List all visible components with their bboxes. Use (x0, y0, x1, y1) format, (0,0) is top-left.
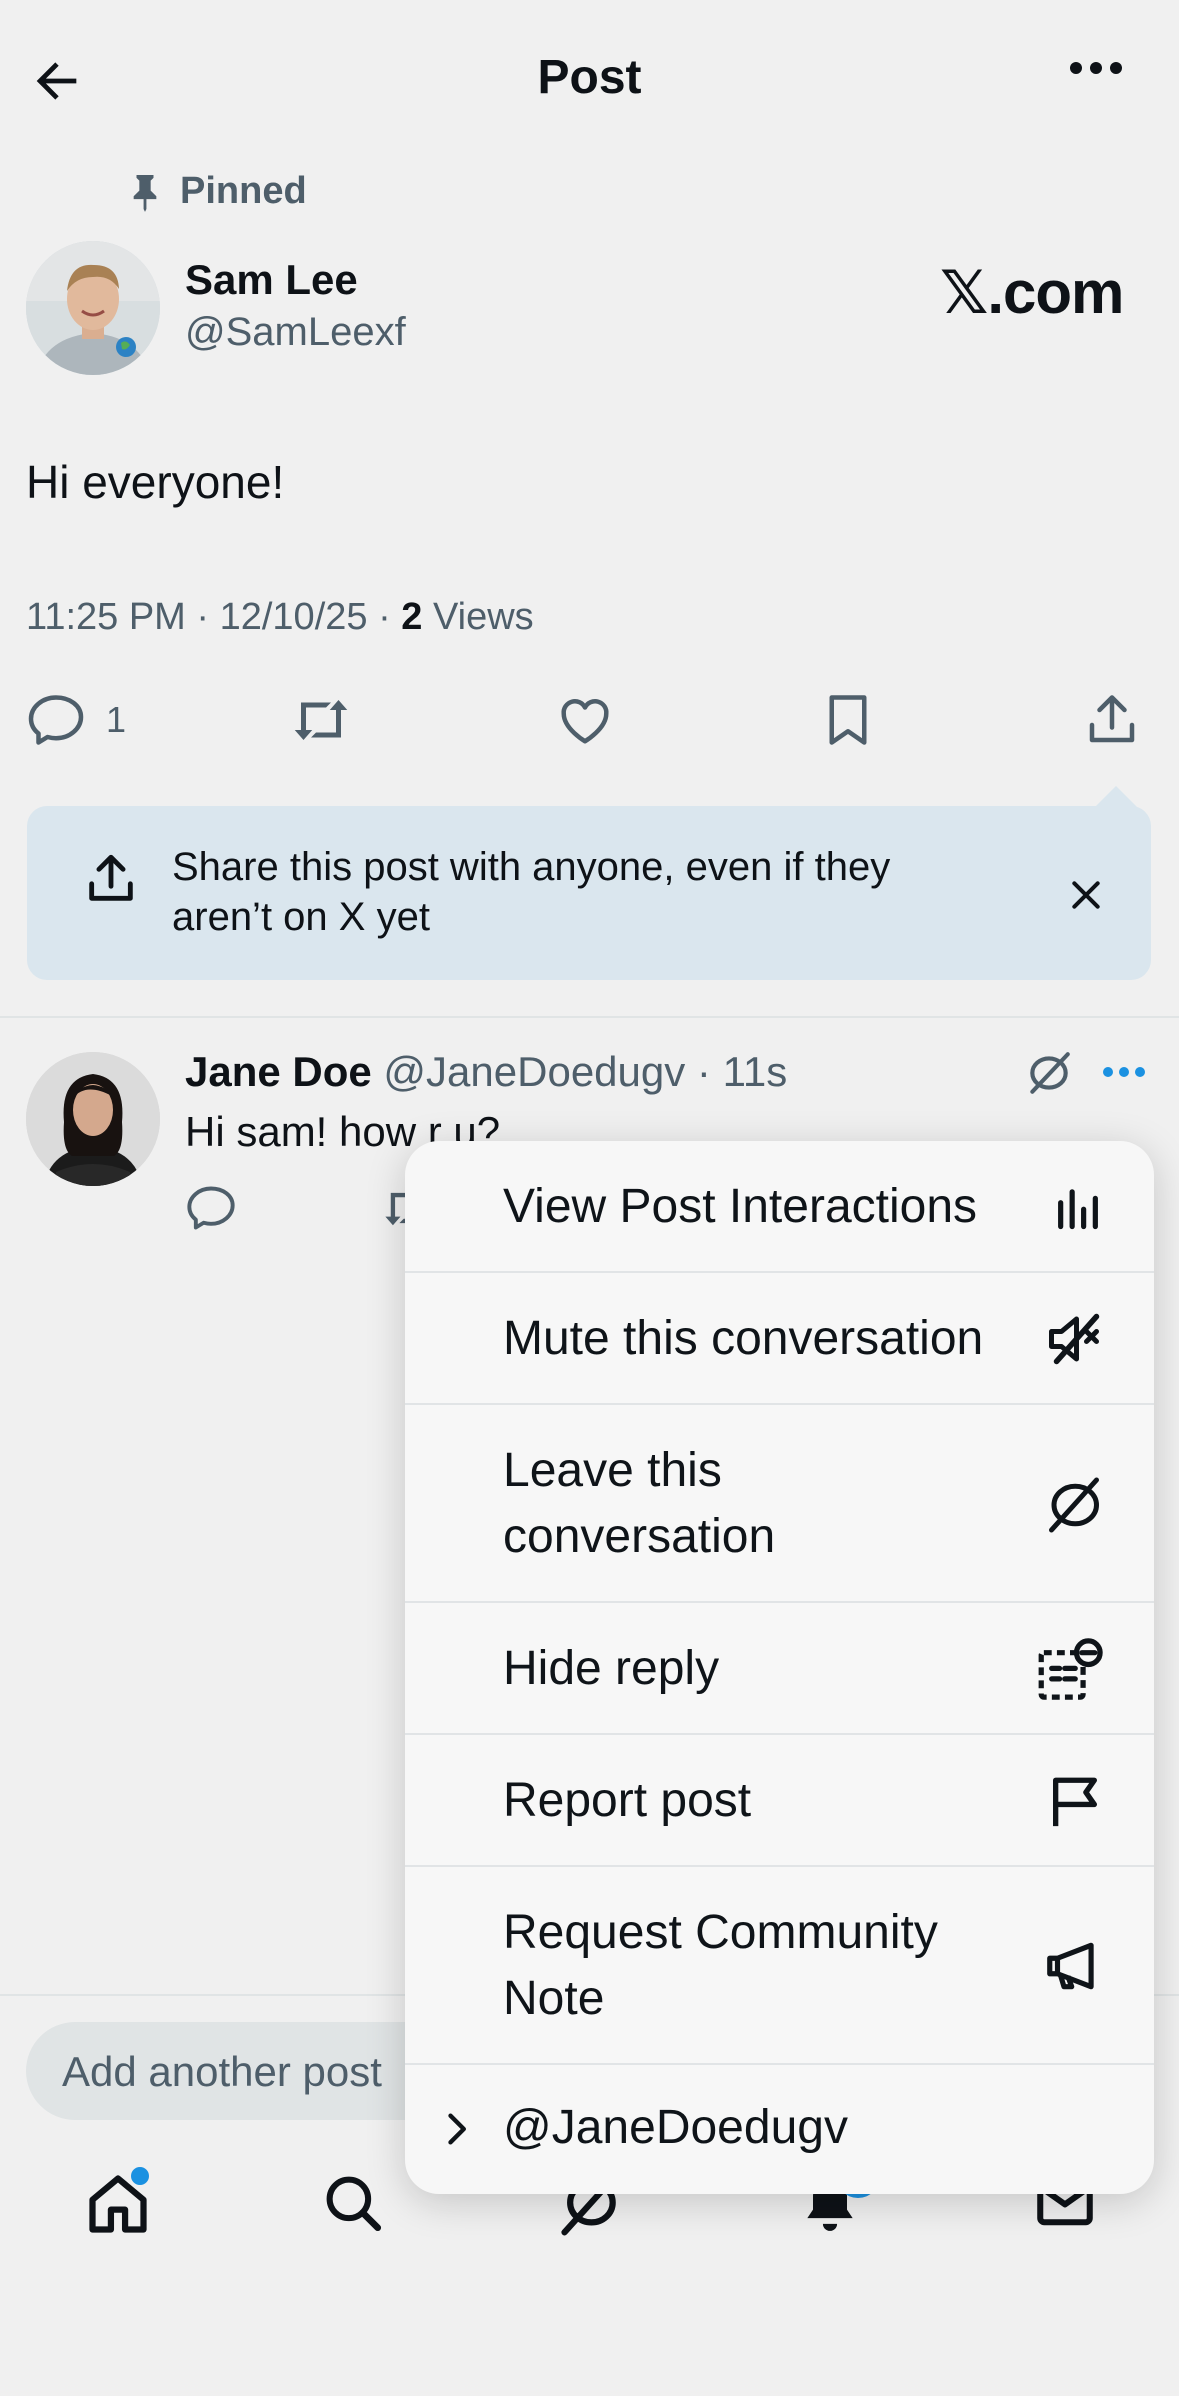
pin-icon (133, 174, 157, 212)
like-button[interactable] (555, 690, 615, 750)
upload-icon (89, 854, 133, 901)
search-icon (326, 2176, 382, 2232)
post-text: Hi everyone! (26, 456, 285, 508)
menu-item-mute-conversation[interactable]: Mute this conversation (405, 1273, 1154, 1405)
chart-bars-icon (1052, 1181, 1104, 1233)
menu-item-label: Mute this conversation (503, 1312, 984, 1365)
more-dots-icon (1070, 62, 1122, 74)
reply-icon (187, 1186, 235, 1230)
menu-item-account-handle[interactable]: @JaneDoedugv (405, 2065, 1154, 2194)
menu-item-view-interactions[interactable]: View Post Interactions (405, 1141, 1154, 1273)
share-button[interactable] (1082, 690, 1142, 750)
avatar[interactable] (26, 1052, 160, 1186)
reply-more-button[interactable] (1102, 1063, 1146, 1081)
author-name[interactable]: Sam Lee (185, 256, 358, 304)
reply-reply-button[interactable] (185, 1182, 237, 1234)
divider (0, 1016, 1179, 1018)
nav-search[interactable] (320, 2170, 386, 2236)
share-icon (1089, 695, 1135, 743)
mute-icon (1044, 1309, 1104, 1369)
close-icon (1072, 881, 1100, 909)
menu-item-request-community-note[interactable]: Request Community Note (405, 1867, 1154, 2065)
share-banner-text: Share this post with anyone, even if the… (172, 845, 891, 939)
repost-button[interactable] (288, 690, 354, 750)
menu-item-label: Report post (503, 1774, 752, 1827)
avatar[interactable] (26, 241, 160, 375)
nav-home[interactable] (84, 2164, 152, 2238)
reply-count: 1 (106, 699, 127, 740)
post-actions: 1 (0, 690, 1179, 756)
leave-conversation-indicator[interactable] (1024, 1048, 1074, 1098)
reply-author-handle[interactable]: @JaneDoedugv (383, 1048, 685, 1095)
pinned-indicator: Pinned (128, 170, 307, 213)
menu-item-label: @JaneDoedugv (503, 2101, 848, 2154)
home-notification-dot (128, 2164, 152, 2188)
megaphone-icon (1042, 1935, 1104, 1997)
reply-timestamp: · 11s (685, 1048, 788, 1095)
menu-item-label: Leave this conversation (503, 1444, 776, 1563)
reply-header: Jane Doe @JaneDoedugv · 11s (185, 1048, 787, 1096)
brand-logo-text: 𝕏.com (940, 259, 1124, 326)
bookmark-icon (829, 695, 867, 745)
share-banner-icon (82, 850, 140, 908)
reply-button[interactable]: 1 (26, 690, 126, 750)
post-timestamp: 11:25 PM · 12/10/25 · (26, 596, 402, 638)
leave-conversation-icon (1030, 1052, 1070, 1094)
author-handle[interactable]: @SamLeexf (185, 310, 406, 355)
more-options-button[interactable] (1068, 58, 1124, 78)
leave-conversation-icon (1044, 1475, 1104, 1535)
menu-item-report-post[interactable]: Report post (405, 1735, 1154, 1867)
reply-author-name[interactable]: Jane Doe (185, 1048, 372, 1095)
hide-reply-icon (1036, 1637, 1104, 1705)
repost-icon (294, 700, 348, 740)
views-count: 2 (401, 596, 423, 638)
menu-item-hide-reply[interactable]: Hide reply (405, 1603, 1154, 1735)
chevron-right-icon (443, 2109, 473, 2149)
page-title: Post (537, 51, 642, 104)
reply-icon (28, 695, 84, 745)
compose-placeholder: Add another post (62, 2048, 382, 2095)
pinned-label: Pinned (180, 170, 307, 212)
views-label: Views (422, 596, 534, 638)
reply-options-menu: View Post Interactions Mute this convers… (405, 1141, 1154, 2194)
menu-item-label: Request Community Note (503, 1906, 938, 2025)
menu-item-leave-conversation[interactable]: Leave this conversation (405, 1405, 1154, 1603)
share-banner-pointer (1094, 786, 1138, 808)
flag-icon (1046, 1773, 1104, 1831)
more-dots-icon (1103, 1067, 1145, 1077)
menu-item-label: Hide reply (503, 1642, 720, 1695)
heart-icon (561, 699, 609, 744)
post-meta: 11:25 PM · 12/10/25 · 2 Views (26, 596, 534, 639)
dismiss-banner-button[interactable] (1066, 875, 1106, 915)
bookmark-button[interactable] (818, 690, 878, 750)
menu-item-label: View Post Interactions (503, 1180, 978, 1233)
